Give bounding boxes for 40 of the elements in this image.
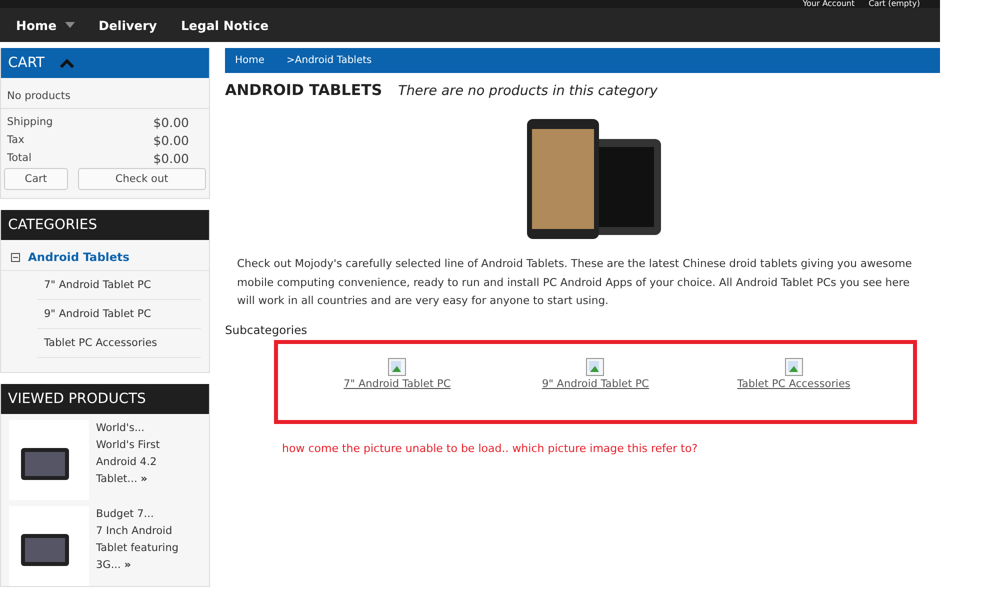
subcategory-link[interactable]: Tablet PC Accessories <box>737 378 850 390</box>
broken-image-icon <box>586 358 604 376</box>
viewed-products-title: VIEWED PRODUCTS <box>8 391 146 407</box>
subcategories-title: Subcategories <box>225 322 308 336</box>
cart-line-label: Shipping <box>7 116 53 128</box>
empty-cart-text: No products <box>1 78 209 109</box>
categories-title: CATEGORIES <box>8 217 98 233</box>
cart-line-value: $0.00 <box>153 114 189 130</box>
subcategory-link[interactable]: Tablet PC Accessories <box>37 329 201 358</box>
cart-line-label: Tax <box>7 134 24 146</box>
category-heading: ANDROID TABLETS <box>225 81 382 99</box>
cart-title: CART <box>8 55 45 71</box>
annotation-note: how come the picture unable to be load.. which picture image this refer to? <box>282 442 699 454</box>
product-photo-placeholder[interactable] <box>9 420 89 500</box>
broken-image-icon <box>784 358 803 376</box>
cart-line-label: Total <box>7 152 32 164</box>
nav-link[interactable]: Home <box>16 18 75 32</box>
cart-line-value: $0.00 <box>153 132 189 148</box>
subcategory-link[interactable]: 7" Android Tablet PC <box>344 378 451 390</box>
category-description: Check out Mojody's carefully selected line of Android Tablets. These are the latest Chinese droid tablets giving you awesome mobile computing convenience, ready to run and install PC Android Apps of your choice. All Android Tablet PCs you see here will work in all countries and are very easy for anyone to start using. <box>237 256 913 309</box>
cart-button[interactable]: Cart <box>4 168 68 190</box>
breadcrumb-link[interactable]: >Android Tablets <box>286 55 372 66</box>
subcategory-link[interactable]: 9" Android Tablet PC <box>37 300 201 329</box>
collapse-icon[interactable] <box>11 252 20 262</box>
nav-link[interactable]: Delivery <box>98 18 157 32</box>
category-link[interactable]: Android Tablets <box>28 250 130 264</box>
subcategory-link[interactable]: 9" Android Tablet PC <box>542 378 650 390</box>
checkout-button[interactable]: Check out <box>78 168 206 190</box>
broken-image-icon <box>388 358 406 376</box>
breadcrumb-link[interactable]: Home <box>235 55 265 66</box>
no-products-note: There are no products in this category <box>398 83 658 99</box>
cart-line-value: $0.00 <box>153 150 189 166</box>
product-text[interactable]: Budget 7... 7 Inch Android Tablet featuring 3G... » <box>96 506 196 586</box>
product-photo-placeholder[interactable] <box>9 506 89 586</box>
nav-link[interactable]: Legal Notice <box>180 18 269 32</box>
top-link[interactable]: Your Account <box>802 0 855 8</box>
product-text[interactable]: World's... World's First Android 4.2 Tablet... » <box>96 420 196 500</box>
subcategory-link[interactable]: 7" Android Tablet PC <box>37 271 201 300</box>
chevron-up-icon[interactable] <box>58 58 75 68</box>
top-link[interactable]: Cart (empty) <box>868 0 920 8</box>
